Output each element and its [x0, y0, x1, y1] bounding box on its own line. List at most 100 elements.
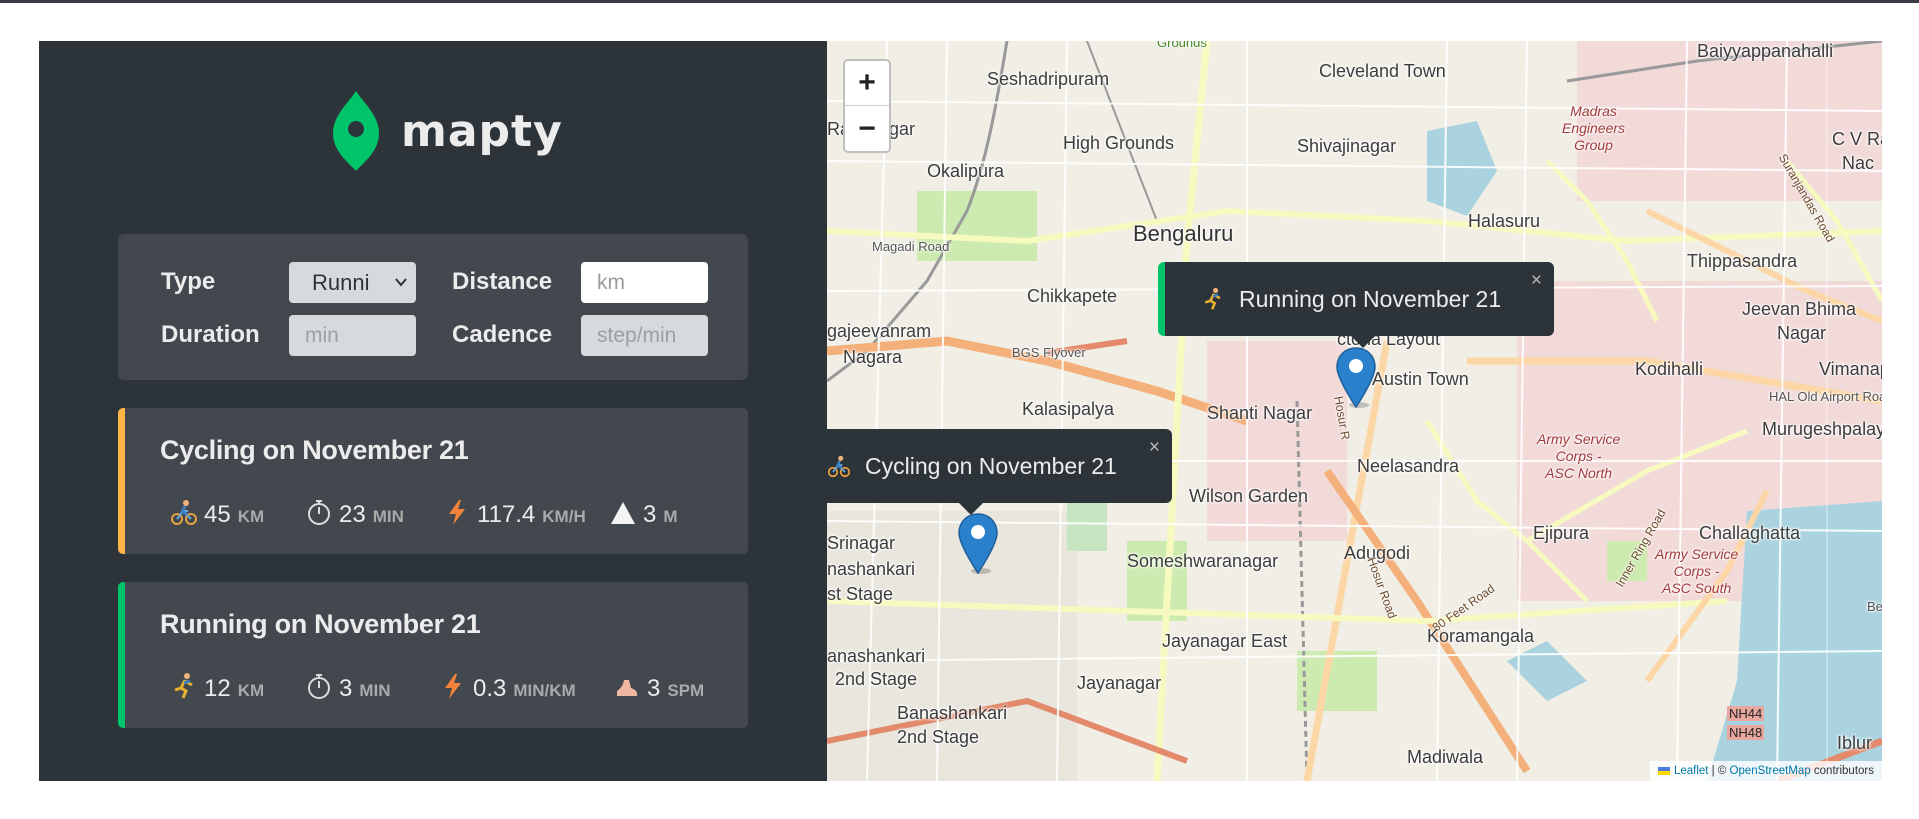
map-label-iblur: Iblur — [1837, 733, 1873, 753]
map-label-magadi: Magadi Road — [872, 239, 950, 254]
attribution-sep: | © — [1708, 765, 1730, 777]
osm-link[interactable]: OpenStreetMap — [1730, 765, 1811, 777]
map-label-jeevan-2: Nagar — [1777, 323, 1827, 343]
map-label-high-grounds: High Grounds — [1063, 133, 1175, 153]
cadence-label: Cadence — [452, 321, 553, 348]
map-label-srinagar: Srinagar — [827, 533, 896, 553]
stopwatch-icon — [308, 500, 330, 525]
workout-card-running[interactable]: Running on November 21 12 KM 3 MIN 0.3 M… — [118, 582, 748, 728]
map-marker-running[interactable] — [1335, 347, 1377, 409]
map-label-seshadripuram: Seshadripuram — [987, 69, 1110, 89]
distance-unit: KM — [237, 507, 265, 526]
map-label-kalasipalya: Kalasipalya — [1022, 399, 1115, 419]
workout-duration: 23 MIN — [305, 494, 404, 529]
workout-pace: 0.3 MIN/KM — [439, 668, 576, 703]
zoom-in-button[interactable]: + — [845, 61, 889, 106]
ukraine-flag-icon — [1657, 767, 1670, 775]
map-label-stage-1: st Stage — [827, 584, 894, 604]
footprint-icon — [617, 680, 638, 696]
map-label-stage-2a: 2nd Stage — [835, 669, 918, 689]
distance-placeholder: km — [597, 270, 625, 294]
runner-icon — [174, 673, 193, 699]
map-label-shanti-nagar: Shanti Nagar — [1207, 403, 1313, 423]
popup-cycling[interactable]: Cycling on November 21 × — [827, 429, 1172, 515]
map-label-austin-town: Austin Town — [1372, 369, 1469, 389]
map-label-gar: gar — [889, 119, 916, 139]
map-label-nh44: NH44 — [1727, 706, 1765, 721]
duration-unit: MIN — [372, 507, 404, 526]
popup-close-button[interactable]: × — [1149, 437, 1160, 459]
map[interactable]: Seshadripuram Cleveland Town Baiyyappana… — [827, 41, 1882, 781]
leaflet-link[interactable]: Leaflet — [1674, 765, 1709, 777]
workout-title: Running on November 21 — [160, 609, 481, 639]
map-label-army-north-1: Army Service — [1537, 431, 1621, 447]
map-label-jayanagar: Jayanagar — [1077, 673, 1162, 693]
type-select[interactable]: Runni — [289, 262, 416, 303]
zoom-out-button[interactable]: − — [845, 106, 889, 151]
duration-label: Duration — [161, 321, 260, 348]
map-label-gajeevanram: gajeevanram — [827, 321, 932, 341]
workout-duration: 3 MIN — [305, 668, 391, 703]
workout-distance: 12 KM — [170, 668, 264, 703]
map-label-shivajinagar: Shivajinagar — [1297, 136, 1397, 156]
elevation-unit: M — [663, 507, 678, 526]
duration-input[interactable]: min — [289, 315, 416, 356]
map-label-cvr-1: C V Ra — [1832, 129, 1882, 149]
workout-form: Type Runni Distance km Duration min Cade… — [118, 234, 748, 380]
map-label-vimana: Vimanap — [1819, 359, 1882, 379]
map-label-army-south-3: ASC South — [1661, 580, 1732, 596]
popup-tip — [1349, 334, 1377, 348]
map-label-someshwaranagar: Someshwaranagar — [1127, 551, 1279, 571]
mountain-icon — [611, 502, 635, 524]
distance-value: 45 — [204, 501, 231, 528]
map-label-madras-3: Group — [1574, 137, 1613, 153]
lightning-icon — [449, 500, 465, 525]
map-label-chikkapete: Chikkapete — [1027, 286, 1118, 306]
speed-unit: KM/H — [542, 507, 586, 526]
map-label-bengaluru: Bengaluru — [1133, 221, 1234, 246]
map-label-challaghatta: Challaghatta — [1699, 523, 1801, 543]
cyclist-icon — [827, 455, 851, 478]
map-label-koramangala: Koramangala — [1427, 626, 1535, 646]
popup-running-text: Running on November 21 — [1239, 285, 1502, 312]
cyclist-icon — [171, 500, 197, 525]
duration-value: 3 — [339, 675, 353, 702]
map-marker-cycling[interactable] — [957, 513, 999, 575]
stopwatch-icon — [308, 674, 330, 699]
map-label-stage-2b: 2nd Stage — [897, 727, 980, 747]
elevation-value: 3 — [643, 501, 657, 528]
map-label-thippasandra: Thippasandra — [1687, 251, 1798, 271]
map-label-grounds: Grounds — [1157, 41, 1207, 50]
map-label-banashankari: Banashankari — [897, 703, 1008, 723]
map-label-okalipura: Okalipura — [927, 161, 1005, 181]
speed-value: 117.4 — [477, 501, 536, 528]
map-label-army-south: Army Service Corps - ASC South — [1655, 546, 1738, 597]
map-label-nashankari: nashankari — [827, 559, 916, 579]
map-label-anashankari: anashankari — [827, 646, 926, 666]
window-top-strip — [0, 0, 1919, 3]
cadence-input[interactable]: step/min — [581, 315, 708, 356]
map-label-army-south-1: Army Service — [1655, 546, 1739, 562]
distance-label: Distance — [452, 268, 553, 295]
map-label-jayanagar-east: Jayanagar East — [1162, 631, 1288, 651]
map-label-cleveland: Cleveland Town — [1319, 61, 1446, 81]
map-label-army-north-3: ASC North — [1545, 465, 1613, 481]
logo: mapty — [331, 89, 563, 173]
popup-close-button[interactable]: × — [1531, 270, 1542, 292]
duration-unit: MIN — [359, 681, 391, 700]
map-label-nh48: NH48 — [1727, 725, 1765, 740]
map-label-army-south-2: Corps - — [1673, 563, 1720, 579]
popup-running[interactable]: Running on November 21 × — [1158, 262, 1554, 348]
type-label: Type — [161, 268, 216, 295]
map-pin-logo-icon — [333, 91, 379, 171]
map-label-murugeshpalaya: Murugeshpalaya — [1762, 419, 1882, 439]
type-select-value: Runni — [312, 269, 370, 295]
workout-card-cycling[interactable]: Cycling on November 21 45 KM 23 MIN 117.… — [118, 408, 748, 554]
cadence-placeholder: step/min — [597, 323, 677, 347]
map-label-bgs-flyover: BGS Flyover — [1012, 345, 1086, 360]
sidebar: mapty Type Runni Distance km Duration mi… — [39, 41, 827, 781]
popup-cycling-text: Cycling on November 21 — [865, 452, 1117, 479]
map-label-baiyyappanahalli: Baiyyappanahalli — [1697, 41, 1834, 61]
map-label-madras-1: Madras — [1570, 103, 1617, 119]
distance-input[interactable]: km — [581, 262, 708, 303]
